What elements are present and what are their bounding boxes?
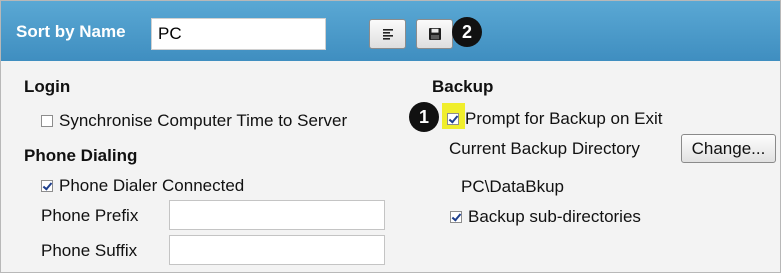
phone-dialer-label: Phone Dialer Connected: [59, 176, 245, 195]
sync-time-label: Synchronise Computer Time to Server: [59, 111, 348, 130]
phone-prefix-input[interactable]: [169, 200, 385, 230]
prompt-backup-checkbox-row[interactable]: Prompt for Backup on Exit: [447, 109, 662, 129]
prompt-backup-checkbox[interactable]: [447, 113, 459, 125]
callout-badge-2: 2: [452, 17, 482, 47]
backup-directory-value: PC\DataBkup: [461, 177, 564, 196]
sync-time-checkbox[interactable]: [41, 115, 53, 127]
save-button[interactable]: [416, 19, 453, 49]
prompt-backup-label: Prompt for Backup on Exit: [465, 109, 663, 128]
sort-by-name-label: Sort by Name: [16, 22, 126, 41]
list-view-button[interactable]: [369, 19, 406, 49]
sync-time-checkbox-row[interactable]: Synchronise Computer Time to Server: [41, 111, 347, 131]
backup-heading: Backup: [432, 77, 494, 96]
callout-badge-1: 1: [409, 102, 439, 132]
phone-suffix-input[interactable]: [169, 235, 385, 265]
backup-directory-label: Current Backup Directory: [449, 139, 640, 158]
backup-subdirs-label: Backup sub-directories: [468, 207, 641, 226]
phone-dialing-heading: Phone Dialing: [24, 146, 138, 165]
login-heading: Login: [24, 77, 71, 96]
phone-dialer-checkbox-row[interactable]: Phone Dialer Connected: [41, 176, 244, 196]
floppy-disk-icon: [428, 28, 441, 40]
header-bar: Sort by Name 2: [1, 1, 780, 61]
sort-name-input[interactable]: [151, 18, 326, 50]
phone-dialer-checkbox[interactable]: [41, 180, 53, 192]
change-directory-button[interactable]: Change...: [681, 134, 776, 163]
phone-prefix-label: Phone Prefix: [41, 206, 139, 225]
phone-suffix-label: Phone Suffix: [41, 241, 138, 260]
list-icon: [382, 29, 393, 40]
backup-subdirs-checkbox-row[interactable]: Backup sub-directories: [450, 207, 641, 227]
backup-subdirs-checkbox[interactable]: [450, 211, 462, 223]
